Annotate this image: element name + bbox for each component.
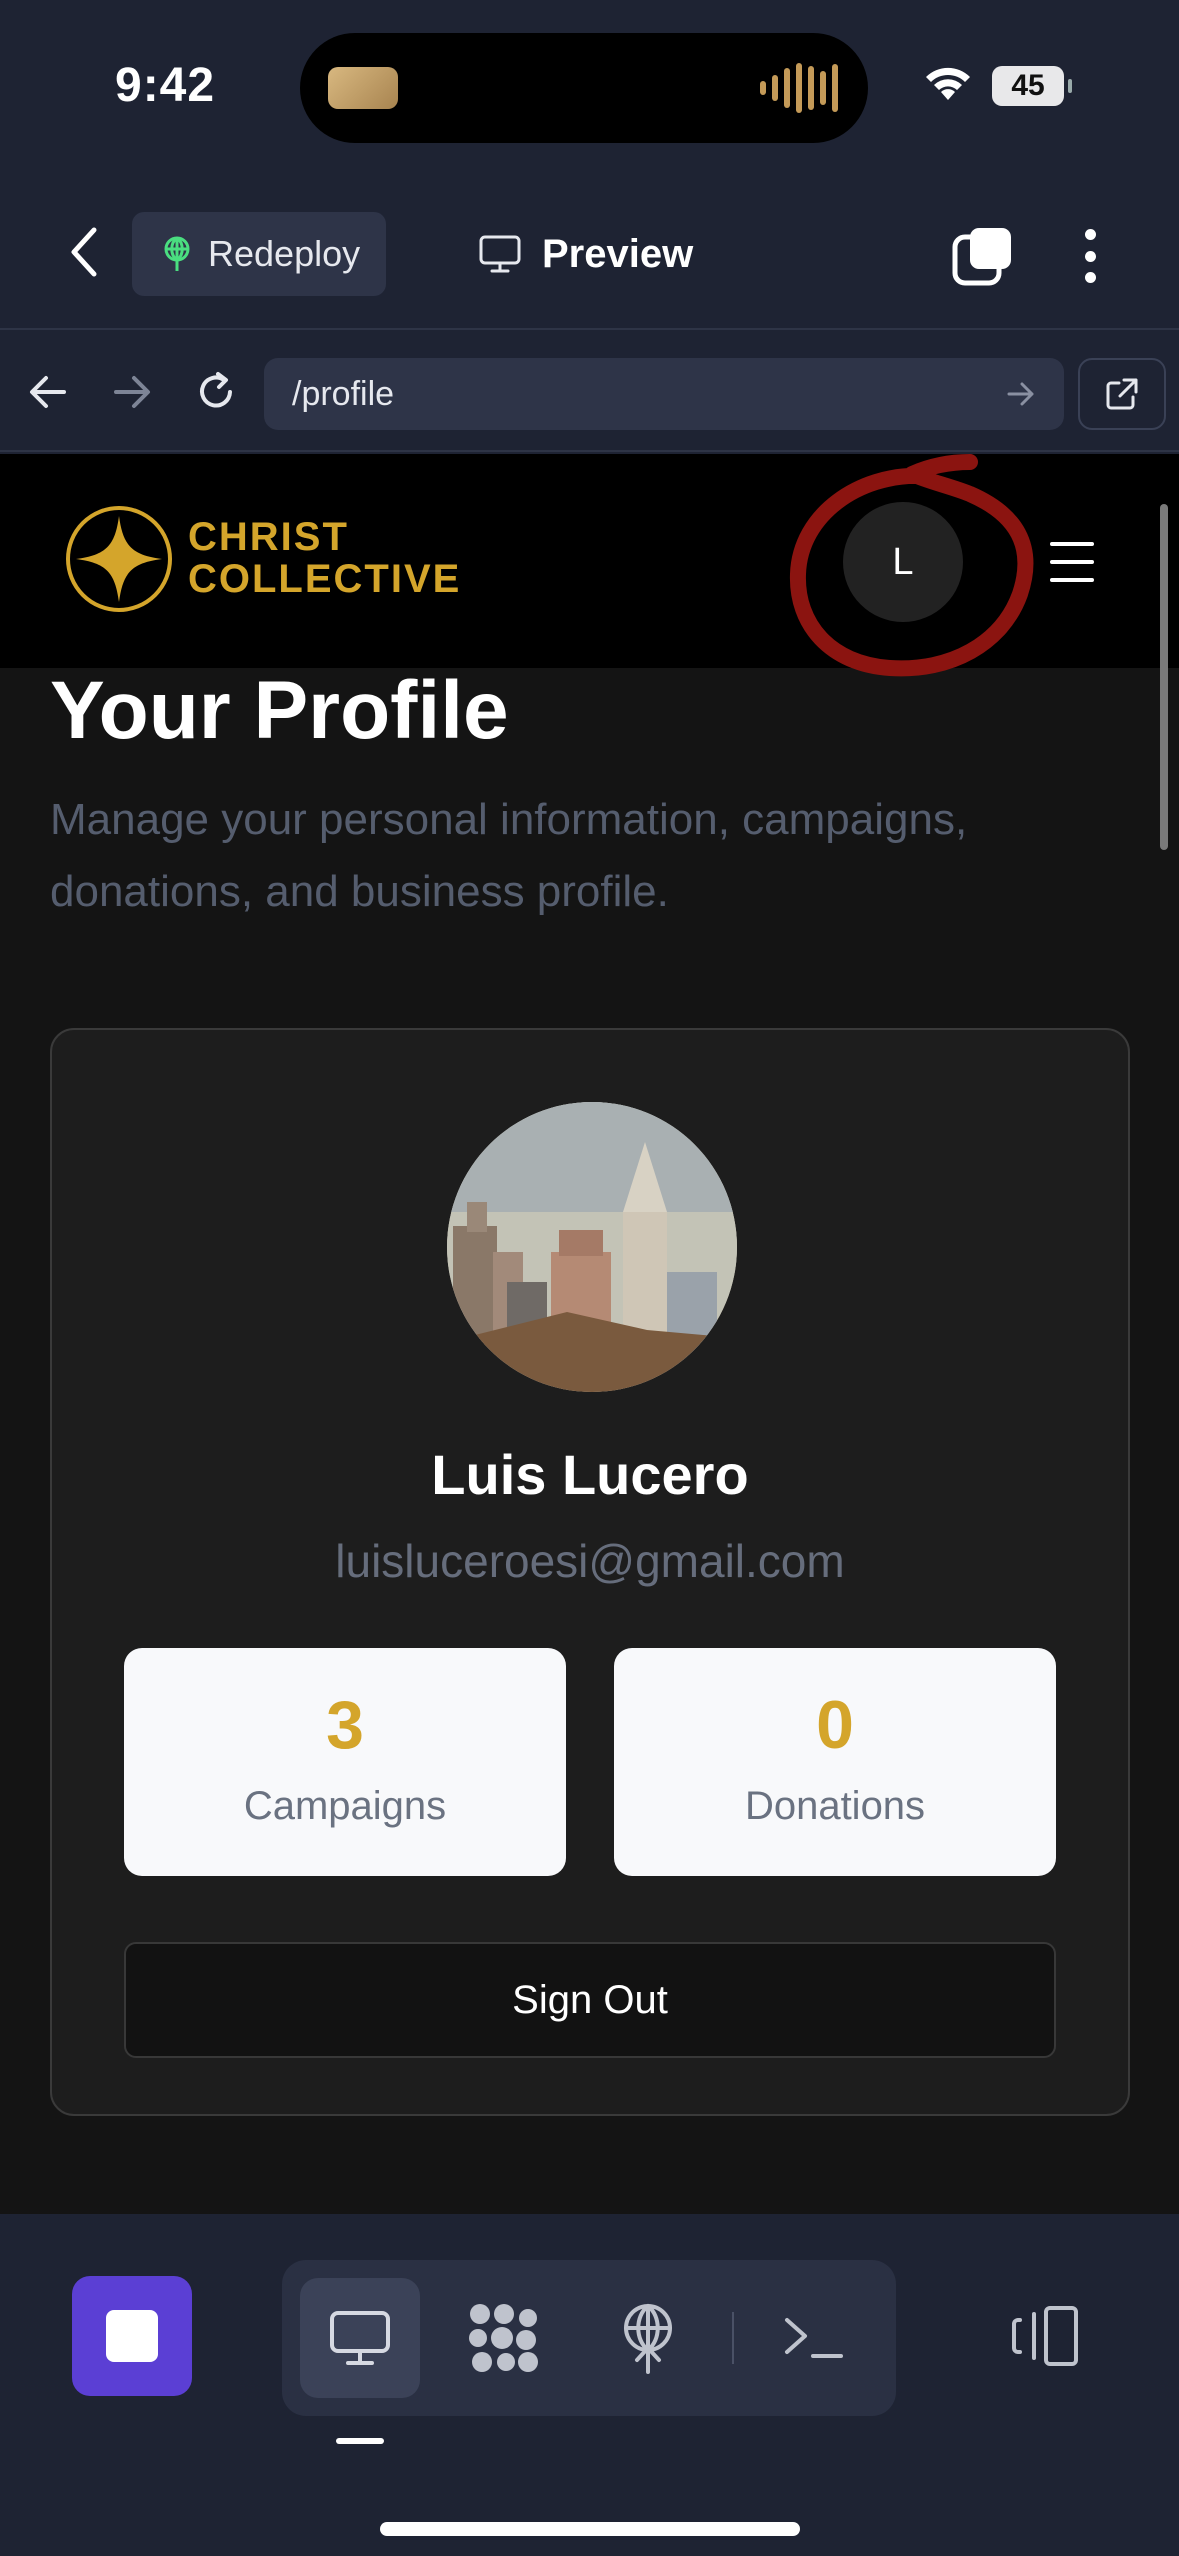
terminal-icon <box>785 2318 843 2358</box>
more-options-icon[interactable] <box>1070 223 1110 289</box>
redeploy-label: Redeploy <box>208 233 361 274</box>
redeploy-button[interactable]: Redeploy <box>132 212 386 296</box>
donations-stat[interactable]: 0 Donations <box>614 1648 1056 1876</box>
site-header: CHRIST COLLECTIVE L <box>0 454 1179 850</box>
page-title: Your Profile <box>50 665 509 756</box>
logo-line-1: CHRIST <box>188 515 349 559</box>
scrollbar[interactable] <box>1160 504 1168 850</box>
star-logo-icon <box>66 506 172 612</box>
reload-button[interactable] <box>192 368 240 416</box>
bottom-toolbar <box>0 2214 1179 2556</box>
tab-apps[interactable] <box>444 2278 564 2398</box>
city-skyline-image <box>447 1102 737 1392</box>
campaigns-stat[interactable]: 3 Campaigns <box>124 1648 566 1876</box>
tab-terminal[interactable] <box>754 2278 874 2398</box>
arrow-right-icon <box>114 376 150 408</box>
device-toggle-icon[interactable] <box>1010 2304 1082 2368</box>
tab-divider <box>732 2312 734 2364</box>
campaigns-count: 3 <box>326 1687 364 1763</box>
sign-out-button[interactable]: Sign Out <box>124 1942 1056 2058</box>
profile-name: Luis Lucero <box>431 1443 749 1506</box>
site-logo-text[interactable]: CHRIST COLLECTIVE <box>188 516 461 600</box>
dynamic-island <box>300 33 868 143</box>
now-playing-artwork <box>328 67 398 109</box>
audio-waveform-icon <box>760 63 838 113</box>
tab-deploy[interactable] <box>588 2278 708 2398</box>
deploy-icon <box>164 236 190 271</box>
page-subtitle: Manage your personal information, campai… <box>50 795 968 916</box>
campaigns-label: Campaigns <box>243 1784 447 1828</box>
monitor-icon <box>330 2311 390 2365</box>
deploy-icon <box>624 2304 672 2374</box>
home-indicator[interactable] <box>380 2522 800 2536</box>
active-tab-indicator <box>336 2438 384 2444</box>
grid-dots-icon <box>469 2304 538 2372</box>
profile-email: luisluceroesi@gmail.com <box>335 1535 845 1587</box>
status-time: 9:42 <box>115 59 216 112</box>
chevron-left-icon <box>71 227 97 277</box>
profile-photo <box>447 1102 737 1392</box>
url-text: /profile <box>292 374 395 413</box>
donations-label: Donations <box>744 1784 926 1828</box>
monitor-icon <box>479 235 521 273</box>
arrow-left-icon <box>30 376 66 408</box>
profile-card: Luis Lucero luisluceroesi@gmail.com 3 Ca… <box>50 1028 1130 2116</box>
url-input[interactable]: /profile <box>264 358 1064 430</box>
browser-nav-bar: /profile <box>0 332 1179 452</box>
external-link-icon <box>1106 378 1138 410</box>
browser-forward-button[interactable] <box>108 368 156 416</box>
back-button[interactable] <box>58 225 110 279</box>
hamburger-menu-icon[interactable] <box>1050 542 1094 582</box>
stop-icon <box>106 2310 158 2362</box>
view-switcher <box>282 2260 896 2416</box>
open-external-button[interactable] <box>1078 358 1166 430</box>
donations-count: 0 <box>816 1687 854 1763</box>
status-bar: 9:42 45 <box>0 0 1179 175</box>
web-preview: CHRIST COLLECTIVE L Your Profile Manage … <box>0 454 1179 2214</box>
tab-preview[interactable] <box>300 2278 420 2398</box>
battery-indicator: 45 <box>992 66 1072 106</box>
logo-line-2: COLLECTIVE <box>188 557 462 601</box>
preview-label: Preview <box>542 231 694 276</box>
go-arrow-icon[interactable] <box>1006 380 1036 408</box>
wifi-icon <box>926 67 970 100</box>
app-toolbar: Redeploy Preview <box>0 175 1179 330</box>
reload-icon <box>200 372 232 408</box>
preview-tab[interactable]: Preview <box>478 212 693 296</box>
browser-back-button[interactable] <box>24 368 72 416</box>
stop-button[interactable] <box>72 2276 192 2396</box>
user-avatar-button[interactable]: L <box>843 502 963 622</box>
windows-icon[interactable] <box>952 225 1014 287</box>
